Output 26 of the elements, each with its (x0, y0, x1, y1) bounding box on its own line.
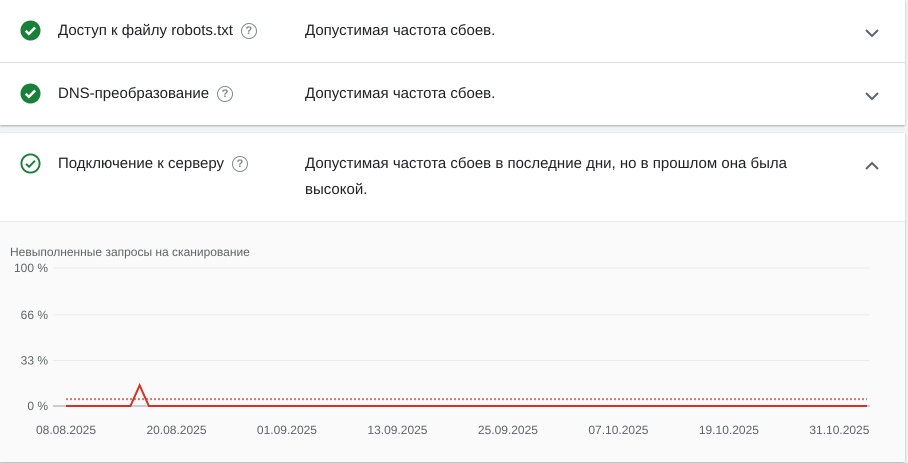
check-title: Доступ к файлу robots.txt (58, 21, 233, 41)
y-tick-label: 0 % (27, 399, 48, 413)
help-icon[interactable]: ? (240, 23, 257, 39)
x-tick-label: 31.10.2025 (809, 423, 870, 437)
chart-title: Невыполненные запросы на сканирование (9, 244, 251, 259)
check-title: DNS-преобразование (58, 84, 210, 104)
y-tick-label: 66 % (20, 308, 48, 322)
check-circle-icon (20, 83, 41, 104)
x-tick-label: 08.08.2025 (36, 423, 96, 437)
x-tick-label: 01.09.2025 (256, 423, 317, 437)
y-tick-label: 100 % (14, 261, 48, 275)
x-tick-label: 13.09.2025 (367, 423, 428, 437)
y-tick-label: 33 % (20, 353, 48, 368)
help-icon[interactable]: ? (232, 156, 248, 172)
status-text: Допустимая частота сбоев. (305, 21, 496, 41)
x-tick-label: 07.10.2025 (588, 423, 648, 437)
check-circle-icon (20, 20, 41, 41)
expand-button[interactable] (865, 159, 879, 169)
check-title: Подключение к серверу (58, 154, 224, 174)
x-tick-label: 19.10.2025 (698, 423, 759, 437)
check-circle-icon (20, 153, 41, 174)
status-text: Допустимая частота сбоев в последние дни, но в прошлом она была высокой. (305, 154, 788, 200)
x-tick-label: 20.08.2025 (146, 423, 207, 437)
status-text: Допустимая частота сбоев. (305, 84, 496, 104)
x-tick-label: 25.09.2025 (478, 423, 538, 437)
help-icon[interactable]: ? (217, 86, 234, 102)
